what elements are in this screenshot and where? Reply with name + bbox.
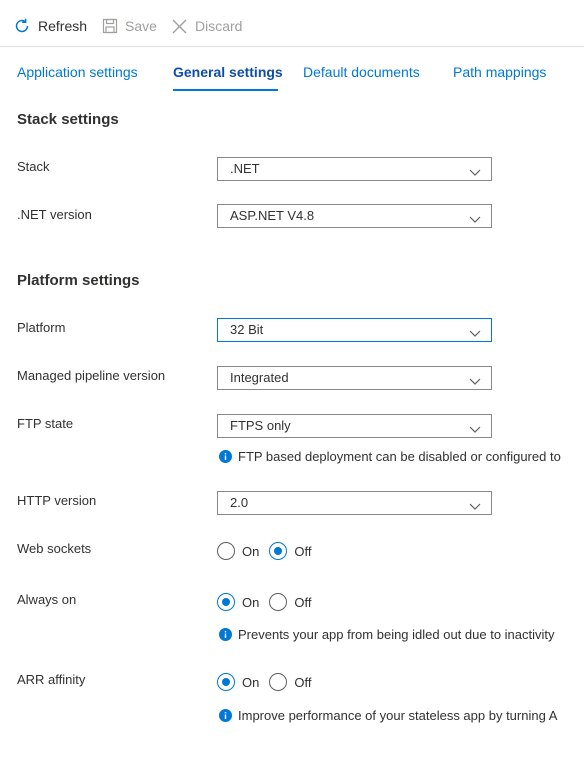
refresh-button[interactable]: Refresh — [13, 14, 87, 38]
always-on-on-radio[interactable]: On — [217, 593, 259, 611]
pipeline-dropdown[interactable]: Integrated — [217, 366, 492, 390]
radio-circle — [269, 593, 288, 611]
always-on-info-text: Prevents your app from being idled out d… — [238, 627, 555, 642]
arr-affinity-on-radio[interactable]: On — [217, 673, 259, 691]
radio-label: Off — [294, 594, 312, 610]
always-on-label: Always on — [17, 592, 77, 607]
always-on-off-radio[interactable]: Off — [269, 593, 311, 611]
radio-label: On — [242, 594, 260, 610]
stack-dropdown[interactable]: .NET — [217, 157, 492, 181]
web-sockets-on-radio[interactable]: On — [217, 542, 259, 560]
tab-general-settings[interactable]: General settings — [173, 64, 283, 80]
platform-settings-heading: Platform settings — [17, 272, 140, 289]
always-on-radio-group: On Off — [217, 593, 311, 611]
http-version-label: HTTP version — [17, 493, 97, 508]
radio-circle — [217, 593, 235, 611]
web-sockets-label: Web sockets — [17, 541, 92, 556]
arr-affinity-info-text: Improve performance of your stateless ap… — [238, 708, 558, 723]
tab-default-documents[interactable]: Default documents — [303, 64, 420, 80]
pipeline-value: Integrated — [230, 370, 289, 385]
radio-label: On — [242, 543, 260, 559]
net-version-value: ASP.NET V4.8 — [230, 208, 315, 223]
chevron-down-icon — [469, 164, 481, 182]
info-icon — [219, 628, 232, 641]
save-button[interactable]: Save — [102, 14, 157, 38]
radio-label: On — [242, 674, 260, 690]
web-sockets-off-radio[interactable]: Off — [269, 542, 311, 560]
arr-affinity-radio-group: On Off — [217, 673, 311, 691]
refresh-label: Refresh — [38, 18, 88, 34]
radio-circle — [269, 673, 288, 691]
ftp-info-text: FTP based deployment can be disabled or … — [238, 449, 561, 464]
stack-label: Stack — [17, 159, 50, 174]
stack-value: .NET — [230, 161, 260, 176]
radio-circle — [217, 542, 235, 560]
ftp-info: FTP based deployment can be disabled or … — [219, 449, 561, 464]
radio-circle — [217, 673, 235, 691]
platform-dropdown[interactable]: 32 Bit — [217, 318, 492, 342]
stack-settings-heading: Stack settings — [17, 111, 119, 128]
platform-value: 32 Bit — [230, 322, 264, 337]
radio-label: Off — [294, 543, 312, 559]
close-icon — [171, 18, 188, 35]
tab-application-settings[interactable]: Application settings — [17, 64, 138, 80]
tab-path-mappings[interactable]: Path mappings — [453, 64, 546, 80]
active-tab-indicator — [173, 89, 278, 91]
toolbar-divider — [0, 46, 584, 47]
save-icon — [102, 18, 118, 34]
radio-label: Off — [294, 674, 312, 690]
radio-circle — [269, 542, 288, 560]
arr-affinity-info: Improve performance of your stateless ap… — [219, 708, 557, 723]
web-sockets-radio-group: On Off — [217, 542, 311, 560]
arr-affinity-off-radio[interactable]: Off — [269, 673, 311, 691]
ftp-state-value: FTPS only — [230, 418, 291, 433]
ftp-state-label: FTP state — [17, 416, 74, 431]
discard-button[interactable]: Discard — [171, 14, 242, 38]
net-version-dropdown[interactable]: ASP.NET V4.8 — [217, 204, 492, 228]
chevron-down-icon — [469, 421, 481, 439]
always-on-info: Prevents your app from being idled out d… — [219, 627, 555, 642]
save-label: Save — [125, 18, 157, 34]
http-version-value: 2.0 — [230, 495, 249, 510]
net-version-label: .NET version — [17, 207, 92, 222]
discard-label: Discard — [195, 18, 243, 34]
ftp-state-dropdown[interactable]: FTPS only — [217, 414, 492, 438]
refresh-icon — [13, 17, 31, 35]
chevron-down-icon — [469, 325, 481, 343]
info-icon — [219, 709, 232, 722]
chevron-down-icon — [469, 211, 481, 229]
pipeline-label: Managed pipeline version — [17, 368, 166, 383]
chevron-down-icon — [469, 373, 481, 391]
platform-label: Platform — [17, 320, 66, 335]
chevron-down-icon — [469, 498, 481, 516]
http-version-dropdown[interactable]: 2.0 — [217, 491, 492, 515]
info-icon — [219, 450, 232, 463]
arr-affinity-label: ARR affinity — [17, 672, 86, 687]
